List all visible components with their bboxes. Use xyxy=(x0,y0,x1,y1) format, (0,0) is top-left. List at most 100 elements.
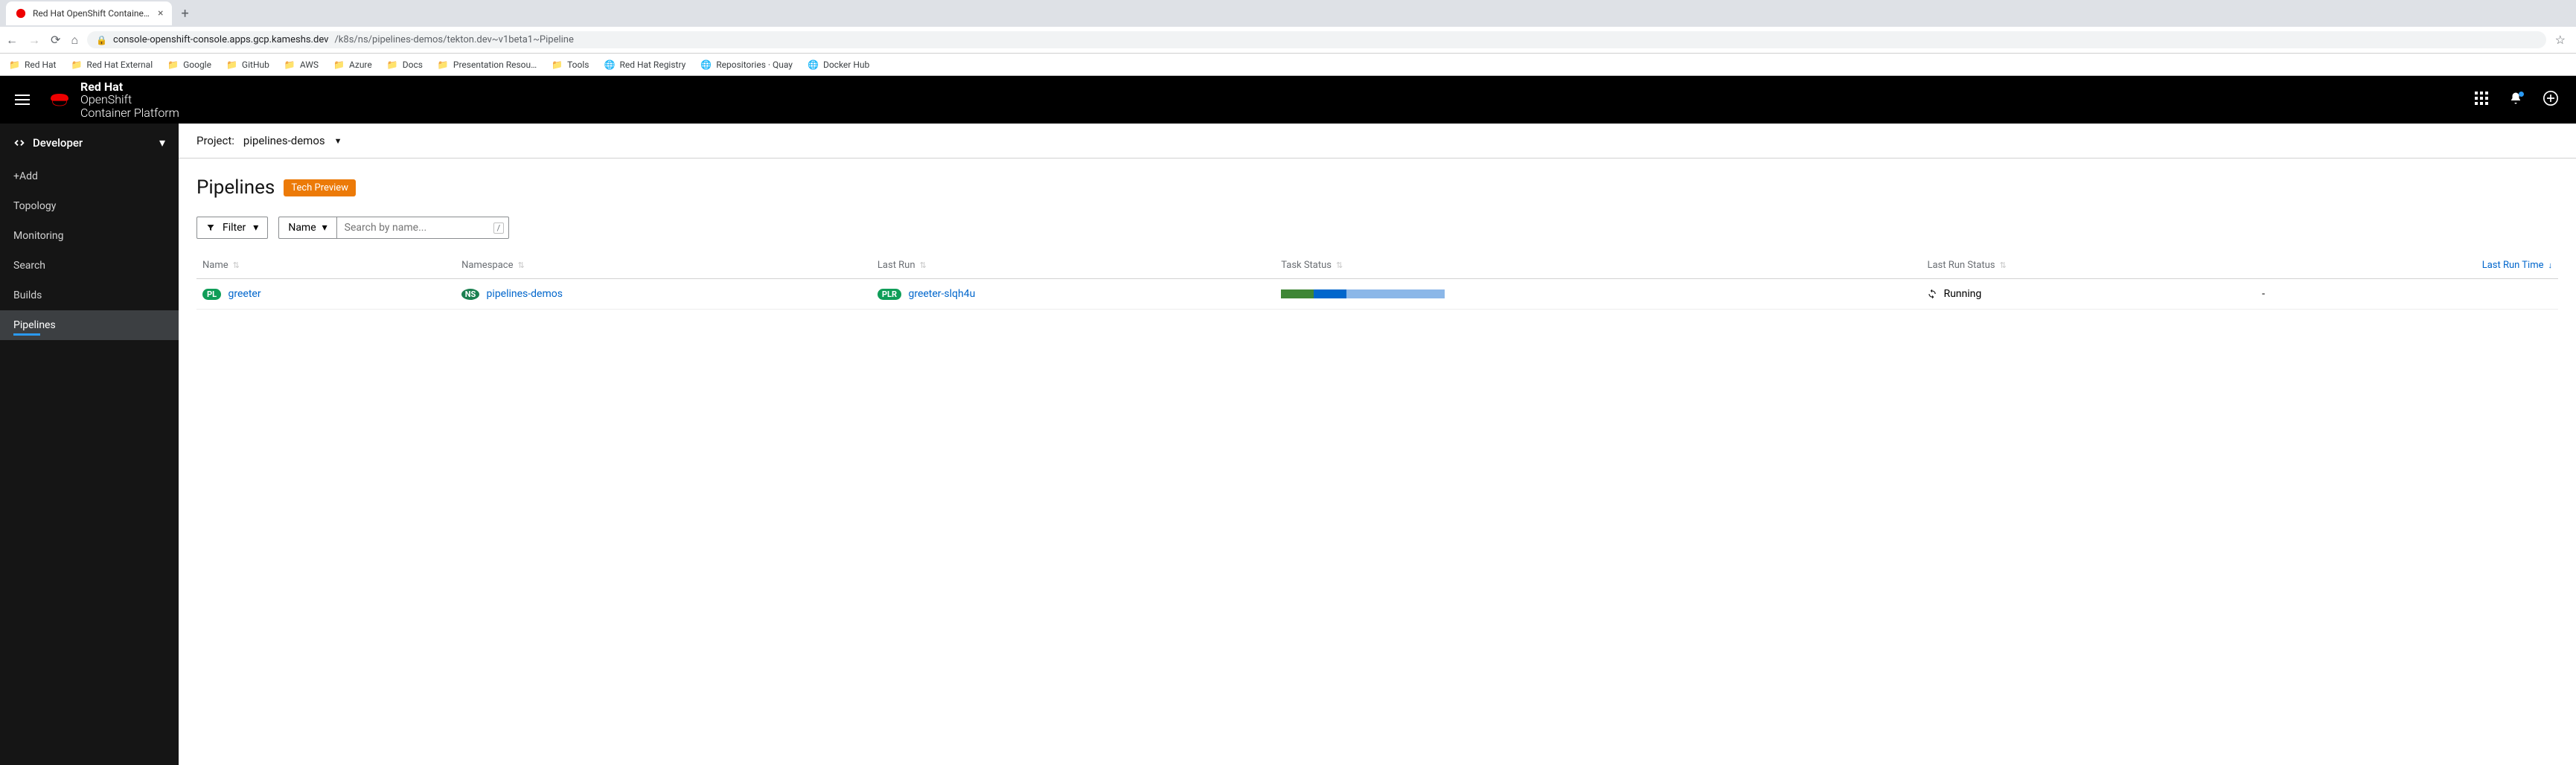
col-name[interactable]: Name⇅ xyxy=(196,252,456,279)
sort-icon: ⇅ xyxy=(1336,260,1343,270)
bookmark-label: AWS xyxy=(300,60,319,70)
forward-button[interactable]: → xyxy=(28,33,40,48)
bookmark-label: Repositories · Quay xyxy=(716,60,793,70)
masthead-right xyxy=(2475,91,2558,109)
masthead: Red Hat OpenShift Container Platform xyxy=(0,76,2576,124)
browser-chrome: Red Hat OpenShift Container Pla × + ← → … xyxy=(0,0,2576,76)
sidebar: Developer ▾ +Add Topology Monitoring Sea… xyxy=(0,124,179,765)
search-input[interactable] xyxy=(337,217,493,238)
task-status-bar xyxy=(1281,289,1445,298)
sort-desc-icon: ↓ xyxy=(2548,260,2553,270)
folder-icon: 📁 xyxy=(438,60,449,70)
cell-last-run-status: Running xyxy=(1921,279,2256,310)
chevron-down-icon: ▾ xyxy=(253,222,258,234)
cell-name: PL greeter xyxy=(196,279,456,310)
col-last-run-time[interactable]: Last Run Time↓ xyxy=(2256,252,2558,279)
bookmark-docs[interactable]: 📁Docs xyxy=(387,60,423,70)
filter-button[interactable]: Filter ▾ xyxy=(196,217,268,239)
folder-icon: 📁 xyxy=(552,60,563,70)
perspective-label-text: Developer xyxy=(33,136,83,150)
status-segment-pending xyxy=(1346,289,1445,298)
home-button[interactable]: ⌂ xyxy=(71,33,78,48)
page-body: Pipelines Tech Preview Filter ▾ Name ▾ xyxy=(179,159,2576,327)
folder-icon: 📁 xyxy=(167,60,179,70)
app-launcher-icon[interactable] xyxy=(2475,92,2488,108)
bookmark-quay[interactable]: 🌐 Repositories · Quay xyxy=(700,60,793,70)
col-task-status[interactable]: Task Status⇅ xyxy=(1275,252,1921,279)
bookmark-dockerhub[interactable]: 🌐Docker Hub xyxy=(808,60,869,70)
bookmark-github[interactable]: 📁GitHub xyxy=(226,60,269,70)
tab-favicon xyxy=(15,7,27,19)
url-host: console-openshift-console.apps.gcp.kames… xyxy=(113,34,328,45)
bookmark-redhat[interactable]: 📁Red Hat xyxy=(9,60,56,70)
bookmark-star-icon[interactable]: ☆ xyxy=(2555,33,2566,47)
add-icon[interactable] xyxy=(2543,91,2558,109)
namespace-link[interactable]: pipelines-demos xyxy=(487,288,563,300)
sidebar-item-monitoring[interactable]: Monitoring xyxy=(0,221,179,251)
sidebar-item-builds[interactable]: Builds xyxy=(0,281,179,310)
hamburger-button[interactable] xyxy=(9,89,36,111)
bookmark-presentation[interactable]: 📁Presentation Resou… xyxy=(438,60,537,70)
table-row: PL greeter NS pipelines-demos PLR greete… xyxy=(196,279,2558,310)
sidebar-item-add[interactable]: +Add xyxy=(0,161,179,191)
col-last-run[interactable]: Last Run⇅ xyxy=(872,252,1275,279)
cell-namespace: NS pipelines-demos xyxy=(456,279,872,310)
project-value: pipelines-demos xyxy=(243,134,325,147)
folder-icon: 📁 xyxy=(284,60,295,70)
bookmark-label: GitHub xyxy=(242,60,269,70)
bookmark-label: Docker Hub xyxy=(823,60,869,70)
project-selector[interactable]: Project: pipelines-demos ▼ xyxy=(179,124,2576,159)
sync-icon xyxy=(1927,289,1937,299)
pipelinerun-link[interactable]: greeter-slqh4u xyxy=(908,288,975,300)
pipelinerun-badge: PLR xyxy=(878,289,901,300)
col-label: Last Run xyxy=(878,260,915,271)
nav-controls: ← → ⟳ ⌂ xyxy=(6,33,78,48)
globe-icon: 🌐 xyxy=(700,60,712,70)
bookmark-aws[interactable]: 📁 AWS xyxy=(284,60,319,70)
filter-label: Filter xyxy=(223,222,246,234)
url-box[interactable]: 🔒 console-openshift-console.apps.gcp.kam… xyxy=(87,31,2546,48)
sidebar-item-search[interactable]: Search xyxy=(0,251,179,281)
bookmark-tools[interactable]: 📁Tools xyxy=(552,60,589,70)
bookmark-label: Google xyxy=(183,60,211,70)
chevron-down-icon: ▾ xyxy=(159,135,165,150)
folder-icon: 📁 xyxy=(333,60,345,70)
pipeline-link[interactable]: greeter xyxy=(228,288,261,300)
browser-tab[interactable]: Red Hat OpenShift Container Pla × xyxy=(6,1,172,25)
sidebar-item-topology[interactable]: Topology xyxy=(0,191,179,221)
col-namespace[interactable]: Namespace ⇅ xyxy=(456,252,872,279)
bookmark-google[interactable]: 📁 Google xyxy=(167,60,211,70)
close-icon[interactable]: × xyxy=(158,7,163,19)
bookmark-label: Red Hat xyxy=(25,60,57,70)
namespace-badge: NS xyxy=(461,289,479,300)
name-filter: Name ▾ / xyxy=(278,217,509,239)
brand-line2: OpenShift xyxy=(80,92,132,106)
tech-preview-badge: Tech Preview xyxy=(284,179,356,196)
bookmark-azure[interactable]: 📁 Azure xyxy=(333,60,372,70)
perspective-switcher[interactable]: Developer ▾ xyxy=(0,124,179,161)
bookmarks-bar: 📁Red Hat 📁Red Hat External 📁Google 📁GitH… xyxy=(0,54,2576,76)
masthead-left: Red Hat OpenShift Container Platform xyxy=(9,80,179,120)
reload-button[interactable]: ⟳ xyxy=(51,33,60,47)
col-last-run-status[interactable]: Last Run Status⇅ xyxy=(1921,252,2256,279)
code-icon xyxy=(13,137,25,149)
brand[interactable]: Red Hat OpenShift Container Platform xyxy=(48,80,179,120)
new-tab-button[interactable]: + xyxy=(181,6,188,22)
brand-line1: Red Hat xyxy=(80,80,123,94)
notifications-icon[interactable] xyxy=(2509,92,2522,108)
cell-last-run-time: - xyxy=(2256,279,2558,310)
bookmark-label: Red Hat External xyxy=(86,60,153,70)
filter-type-select[interactable]: Name ▾ xyxy=(279,217,336,238)
bookmark-label: Azure xyxy=(349,60,372,70)
back-button[interactable]: ← xyxy=(6,33,18,48)
bookmark-registry[interactable]: 🌐Red Hat Registry xyxy=(604,60,685,70)
chevron-down-icon: ▼ xyxy=(334,136,342,146)
bookmark-redhat-external[interactable]: 📁 Red Hat External xyxy=(71,60,153,70)
content: Project: pipelines-demos ▼ Pipelines Tec… xyxy=(179,124,2576,765)
filter-type-label: Name xyxy=(288,222,316,234)
col-label: Namespace xyxy=(461,260,513,271)
sort-icon: ⇅ xyxy=(517,260,524,270)
folder-icon: 📁 xyxy=(71,60,82,70)
sidebar-item-pipelines[interactable]: Pipelines xyxy=(0,310,179,340)
status-segment-running xyxy=(1314,289,1346,298)
